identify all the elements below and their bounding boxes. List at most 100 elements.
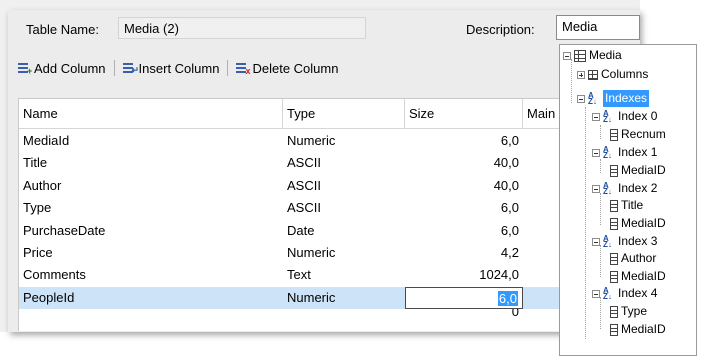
index-sort-icon: A Z↓ (603, 108, 612, 124)
table-row[interactable]: Title ASCII 40,0 (19, 152, 571, 174)
cell-size[interactable]: 4,2 (405, 242, 523, 264)
collapse-icon[interactable] (577, 94, 585, 103)
field-icon (610, 164, 618, 177)
index-sort-icon: A Z↓ (588, 90, 597, 106)
collapse-icon[interactable] (592, 289, 600, 298)
tree-node-field[interactable]: MediaID (608, 268, 666, 285)
insert-column-label: Insert Column (138, 60, 220, 76)
tree-connector (571, 59, 572, 103)
header-type[interactable]: Type (283, 99, 405, 129)
tree-node-label: MediaID (621, 216, 666, 230)
collapse-icon[interactable] (563, 51, 571, 60)
tree-node-field[interactable]: MediaID (608, 162, 666, 179)
cell-type[interactable]: Numeric (283, 242, 405, 264)
cell-name[interactable]: Price (19, 242, 283, 264)
cell-size[interactable]: 40,0 (405, 175, 523, 197)
toolbar-separator (227, 60, 229, 76)
insert-column-button[interactable]: ↵ Insert Column (122, 60, 220, 76)
columns-grid: Name Type Size Main MediaId Numeric 6,0 … (18, 98, 571, 331)
cell-name[interactable]: MediaId (19, 130, 283, 152)
collapse-icon[interactable] (592, 148, 600, 157)
field-icon (610, 217, 618, 230)
tree-node-index3[interactable]: A Z↓ Index 3 (592, 233, 657, 250)
tree-node-label: Indexes (603, 90, 650, 107)
tree-node-index2[interactable]: A Z↓ Index 2 (592, 180, 657, 197)
tree-node-field[interactable]: Title (608, 197, 643, 214)
column-toolbar: + Add Column ↵ Insert Column x Delete Co… (18, 58, 338, 78)
tree-connector (600, 193, 601, 225)
tree-node-index4[interactable]: A Z↓ Index 4 (592, 285, 657, 302)
cell-type[interactable]: Text (283, 264, 405, 286)
insert-column-icon: ↵ (122, 62, 139, 75)
index-sort-icon: A Z↓ (603, 144, 612, 160)
header-name[interactable]: Name (19, 99, 283, 129)
add-column-label: Add Column (34, 60, 106, 76)
table-icon (574, 49, 586, 62)
index-sort-icon: A Z↓ (603, 233, 612, 249)
header-size[interactable]: Size (405, 99, 523, 129)
delete-column-label: Delete Column (252, 60, 339, 76)
tree-node-label: Author (621, 251, 657, 265)
tree-node-field[interactable]: MediaID (608, 321, 666, 338)
tree-node-indexes[interactable]: A Z↓ Indexes (577, 90, 650, 107)
tree-node-index1[interactable]: A Z↓ Index 1 (592, 144, 657, 161)
cell-name[interactable]: Title (19, 152, 283, 174)
delete-column-icon: x (236, 62, 250, 76)
tree-node-media[interactable]: Media (563, 47, 622, 64)
grid-header: Name Type Size Main (19, 99, 571, 129)
cell-type[interactable]: ASCII (283, 197, 405, 219)
tree-node-label: Index 2 (618, 181, 658, 195)
tree-node-label: Columns (601, 67, 649, 81)
tree-node-field[interactable]: MediaID (608, 215, 666, 232)
delete-column-button[interactable]: x Delete Column (236, 61, 338, 76)
tree-connector (585, 107, 586, 339)
cell-size[interactable]: 0 (405, 309, 523, 323)
tree-node-label: MediaID (621, 163, 666, 177)
cell-name[interactable]: PeopleId (19, 287, 283, 309)
cell-type[interactable]: Numeric (283, 287, 405, 309)
tree-node-label: MediaID (621, 322, 666, 336)
table-row[interactable]: Price Numeric 4,2 (19, 242, 571, 264)
cell-type[interactable]: ASCII (283, 175, 405, 197)
cell-type[interactable]: Date (283, 220, 405, 242)
columns-icon (588, 69, 598, 80)
table-name-field[interactable]: Media (2) (118, 17, 366, 39)
table-row[interactable]: PurchaseDate Date 6,0 (19, 220, 571, 242)
tree-node-field[interactable]: Type (608, 303, 647, 320)
tree-node-index0[interactable]: A Z↓ Index 0 (592, 108, 657, 125)
table-editor-panel: Table Name: Media (2) Description: Media… (0, 0, 640, 332)
table-row[interactable]: 0 (19, 309, 571, 323)
field-icon (610, 305, 618, 318)
cell-size[interactable]: 6,0 (405, 220, 523, 242)
cell-name[interactable]: PurchaseDate (19, 220, 283, 242)
tree-node-label: Index 0 (618, 109, 658, 123)
tree-node-columns[interactable]: Columns (577, 66, 648, 83)
tree-node-field[interactable]: Recnum (608, 126, 666, 143)
table-row[interactable]: Comments Text 1024,0 (19, 264, 571, 286)
table-row[interactable]: Author ASCII 40,0 (19, 175, 571, 197)
cell-size[interactable]: 1024,0 (405, 264, 523, 286)
tree-node-field[interactable]: Author (608, 250, 656, 267)
add-column-button[interactable]: + Add Column (18, 61, 106, 76)
tree-connector (600, 159, 601, 173)
collapse-icon[interactable] (592, 184, 600, 193)
description-field[interactable]: Media (556, 15, 640, 40)
cell-name[interactable]: Comments (19, 264, 283, 286)
toolbar-separator (113, 60, 115, 76)
table-row[interactable]: Type ASCII 6,0 (19, 197, 571, 219)
table-row[interactable]: MediaId Numeric 6,0 (19, 130, 571, 152)
tree-node-label: Index 3 (618, 234, 658, 248)
cell-name[interactable]: Type (19, 197, 283, 219)
field-icon (610, 252, 618, 265)
cell-size[interactable]: 6,0 (405, 130, 523, 152)
cell-name[interactable]: Author (19, 175, 283, 197)
cell-type[interactable]: Numeric (283, 130, 405, 152)
size-edit-input[interactable]: 6,0 (405, 286, 523, 309)
collapse-icon[interactable] (592, 237, 600, 246)
cell-size[interactable]: 40,0 (405, 152, 523, 174)
cell-type[interactable]: ASCII (283, 152, 405, 174)
expand-icon[interactable] (577, 70, 585, 79)
collapse-icon[interactable] (592, 112, 600, 121)
table-row-selected[interactable]: PeopleId Numeric 6,0 (19, 286, 571, 310)
cell-size[interactable]: 6,0 (405, 197, 523, 219)
